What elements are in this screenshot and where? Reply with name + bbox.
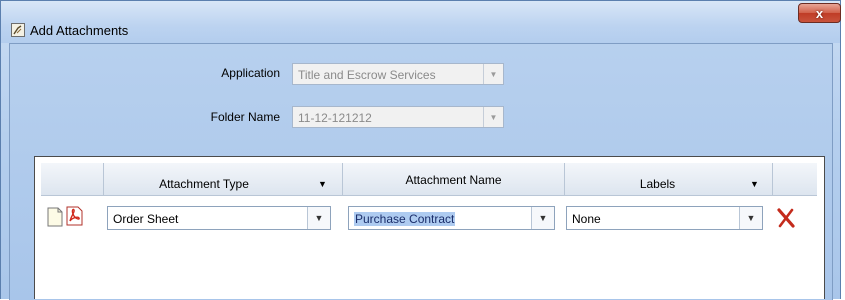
title-bar: Add Attachments x	[1, 1, 841, 43]
column-header-attachment-type[interactable]: Attachment Type ▼	[103, 163, 342, 195]
close-button[interactable]: x	[798, 3, 841, 23]
attachment-app-icon	[11, 23, 25, 37]
application-label: Application	[221, 66, 280, 80]
folder-name-value: 11-12-121212	[298, 111, 372, 125]
application-select[interactable]: Title and Escrow Services ▼	[292, 63, 504, 85]
column-label-attachment-name: Attachment Name	[405, 173, 502, 187]
labels-select[interactable]: None ▼	[566, 206, 763, 230]
chevron-down-icon[interactable]: ▼	[750, 179, 759, 189]
chevron-down-icon[interactable]: ▼	[531, 207, 554, 229]
attachment-type-value: Order Sheet	[113, 212, 179, 226]
folder-name-select[interactable]: 11-12-121212 ▼	[292, 106, 504, 128]
grid-header-icons	[41, 163, 103, 195]
pdf-icon[interactable]	[66, 206, 83, 226]
labels-value: None	[572, 212, 601, 226]
window-title: Add Attachments	[30, 23, 129, 38]
column-header-attachment-name[interactable]: Attachment Name	[342, 163, 564, 195]
grid-header-actions	[772, 163, 817, 195]
chevron-down-icon[interactable]: ▼	[318, 179, 327, 189]
column-label-labels: Labels	[639, 177, 676, 191]
chevron-down-icon[interactable]: ▼	[483, 64, 503, 84]
grid-header: Attachment Type ▼ Attachment Name Labels…	[41, 163, 817, 196]
attachment-name-value[interactable]: Purchase Contract	[354, 212, 456, 226]
attachment-type-select[interactable]: Order Sheet ▼	[107, 206, 331, 230]
column-label-attachment-type: Attachment Type	[159, 177, 249, 191]
delete-x-icon[interactable]	[776, 207, 796, 229]
application-value: Title and Escrow Services	[298, 68, 436, 82]
chevron-down-icon[interactable]: ▼	[739, 207, 762, 229]
column-header-labels[interactable]: Labels ▼	[564, 163, 772, 195]
chevron-down-icon[interactable]: ▼	[307, 207, 330, 229]
chevron-down-icon[interactable]: ▼	[483, 107, 503, 127]
attachment-name-select[interactable]: Purchase Contract ▼	[348, 206, 555, 230]
folder-name-label: Folder Name	[210, 110, 280, 124]
blank-note-icon	[47, 207, 63, 227]
